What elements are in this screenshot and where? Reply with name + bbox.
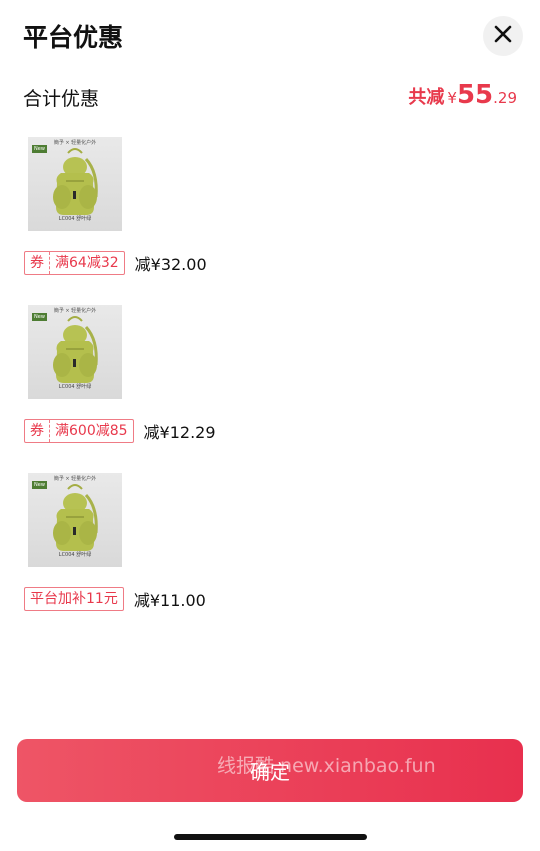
total-discount-label: 合计优惠 [23,88,100,110]
product-caption: LC004 舒叶绿 [58,552,92,558]
amount-decimal: .29 [493,89,517,107]
coupon-row: 平台加补11元 减¥11.00 [24,587,206,611]
total-discount-amount: 共减 ¥ 55 .29 [408,80,517,110]
coupon-rule: 满64减32 [55,255,119,271]
currency-symbol: ¥ [447,89,457,107]
coupon-tag: 平台加补11元 [24,587,124,611]
reduce-amount: 减¥12.29 [143,423,216,442]
reduce-amount: 减¥32.00 [134,255,207,274]
watermark: 线报酷 new.xianbao.fun [217,755,436,777]
amount-integer: 55 [456,80,494,110]
product-caption: LC004 舒叶绿 [58,216,92,222]
coupon-tag: 券 满64减32 [24,251,125,275]
coupon-rule: 满600减85 [55,423,128,439]
coupon-type: 券 [25,420,50,442]
home-indicator[interactable] [174,834,367,840]
close-icon [493,24,513,48]
coupon-row: 券 满600减85 减¥12.29 [24,419,216,443]
coupon-row: 券 满64减32 减¥32.00 [24,251,207,275]
reduce-amount: 减¥11.00 [133,591,206,610]
coupon-rule: 平台加补11元 [30,591,118,607]
product-image[interactable]: 簡予 × 轻量化户外 New LC004 舒叶绿 [28,137,122,231]
product-image[interactable]: 簡予 × 轻量化户外 New LC004 舒叶绿 [28,305,122,399]
coupon-type: 券 [25,252,50,274]
close-button[interactable] [483,16,523,56]
product-caption: LC004 舒叶绿 [58,384,92,390]
page-title: 平台优惠 [23,23,124,52]
coupon-tag: 券 满600减85 [24,419,134,443]
total-prefix: 共减 [408,87,445,108]
product-image[interactable]: 簡予 × 轻量化户外 New LC004 舒叶绿 [28,473,122,567]
platform-discount-sheet: 平台优惠 合计优惠 共减 ¥ 55 .29 簡予 × 轻量化户外 New LC0… [0,0,540,851]
